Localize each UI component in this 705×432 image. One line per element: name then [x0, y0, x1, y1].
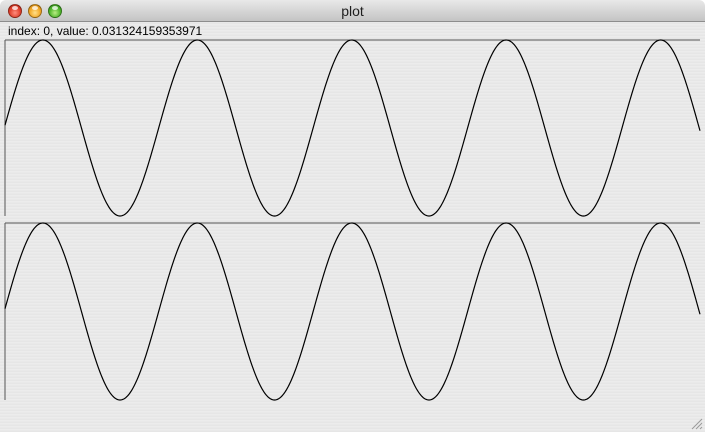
plot-canvas[interactable]	[0, 0, 705, 432]
sine-series-line	[4, 222, 701, 401]
plot-panel-bottom	[4, 222, 701, 401]
resize-grip-icon[interactable]	[691, 418, 703, 430]
plot-panel-top	[4, 39, 701, 217]
sine-series-line	[4, 39, 701, 217]
plot-window: plot index: 0, value: 0.031324159353971	[0, 0, 705, 432]
